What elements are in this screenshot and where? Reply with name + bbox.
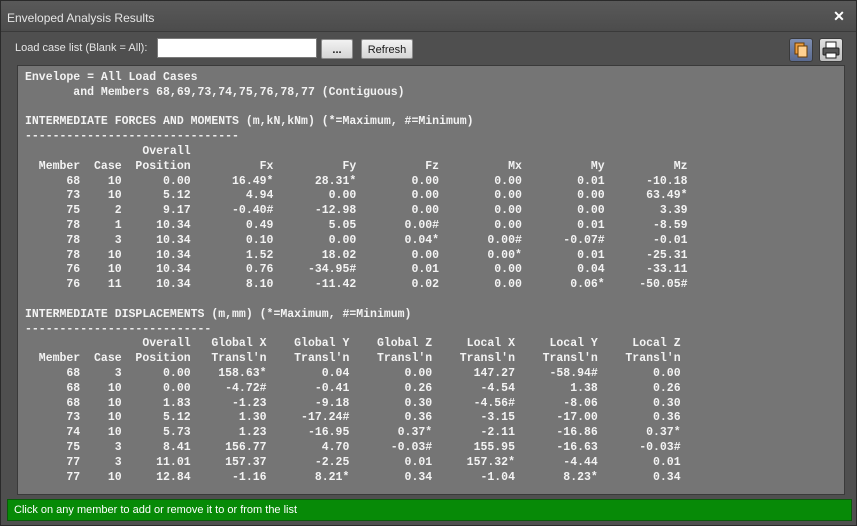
load-case-input[interactable] [157, 38, 317, 58]
print-button[interactable] [819, 38, 843, 62]
enveloped-results-window: Enveloped Analysis Results ✕ Load case l… [0, 0, 857, 526]
status-text: Click on any member to add or remove it … [14, 504, 298, 516]
refresh-button[interactable]: Refresh [361, 39, 413, 59]
browse-button[interactable]: ... [321, 39, 353, 59]
report-text[interactable]: Envelope = All Load Cases and Members 68… [25, 71, 688, 485]
title-bar: Enveloped Analysis Results ✕ [1, 1, 856, 32]
printer-icon [822, 41, 840, 59]
window-title: Enveloped Analysis Results [7, 11, 155, 25]
load-case-label: Load case list (Blank = All): [15, 42, 148, 54]
status-bar: Click on any member to add or remove it … [7, 499, 852, 521]
copy-button[interactable] [789, 38, 813, 62]
close-icon[interactable]: ✕ [832, 9, 846, 23]
toolbar: Load case list (Blank = All): ... Refres… [1, 32, 856, 64]
copy-icon [794, 42, 808, 58]
report-panel[interactable]: Envelope = All Load Cases and Members 68… [17, 65, 845, 495]
